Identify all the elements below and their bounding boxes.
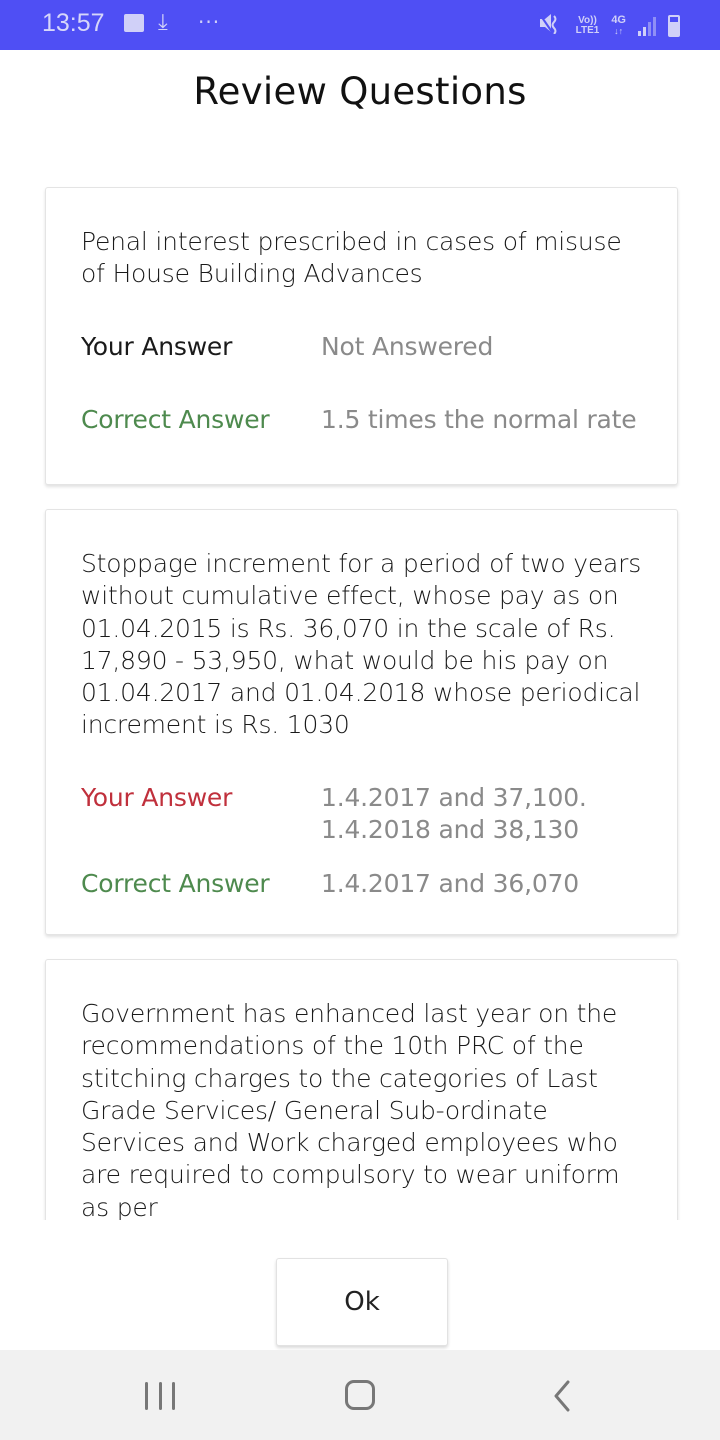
page-title: Review Questions: [193, 70, 527, 113]
question-card: Government has enhanced last year on the…: [45, 959, 678, 1220]
more-icon: ···: [198, 10, 221, 34]
correct-answer-label: Correct Answer: [81, 869, 270, 898]
volte-icon: Vo)) LTE1: [576, 16, 600, 36]
battery-charging-icon: [668, 15, 680, 37]
correct-answer-value: 1.5 times the normal rate: [321, 405, 637, 434]
your-answer-label: Your Answer: [81, 783, 233, 812]
your-answer-value: Not Answered: [321, 332, 494, 361]
download-icon: ⤓: [158, 10, 168, 35]
recents-icon-bar: [158, 1382, 162, 1410]
system-nav-bar: [0, 1350, 720, 1440]
questions-list[interactable]: Penal interest prescribed in cases of mi…: [0, 150, 720, 1220]
network-type-label: 4G: [611, 14, 626, 26]
status-icons: Vo)) LTE1 4G ↓↑: [537, 12, 680, 40]
your-answer-value: 1.4.2017 and 37,100. 1.4.2018 and 38,130: [321, 782, 641, 847]
status-time: 13:57: [42, 9, 105, 37]
gallery-icon: [124, 14, 144, 32]
recents-icon-bar: [145, 1382, 148, 1410]
home-button[interactable]: [345, 1380, 375, 1410]
4g-icon: 4G ↓↑: [611, 15, 626, 37]
signal-icon: [638, 16, 656, 36]
question-card: Stoppage increment for a period of two y…: [45, 509, 678, 935]
recents-icon-bar: [172, 1382, 175, 1410]
data-activity-arrows: ↓↑: [614, 26, 624, 36]
question-text: Stoppage increment for a period of two y…: [81, 549, 642, 740]
ok-button[interactable]: Ok: [276, 1258, 448, 1346]
status-bar: 13:57 ⤓ ··· Vo)) LTE1 4G ↓↑: [0, 0, 720, 50]
question-text: Penal interest prescribed in cases of mi…: [81, 227, 622, 289]
question-text: Government has enhanced last year on the…: [81, 999, 620, 1220]
mute-icon: [537, 12, 564, 40]
back-chevron-icon: [554, 1380, 570, 1412]
volte-bottom-label: LTE1: [575, 25, 600, 36]
recents-button[interactable]: [145, 1378, 175, 1414]
question-card: Penal interest prescribed in cases of mi…: [45, 187, 678, 485]
correct-answer-value: 1.4.2017 and 36,070: [321, 869, 579, 898]
your-answer-label: Your Answer: [81, 332, 233, 361]
back-button[interactable]: [548, 1378, 578, 1414]
your-answer-line: 1.4.2017 and 37,100.: [321, 783, 587, 812]
correct-answer-label: Correct Answer: [81, 405, 270, 434]
your-answer-line: 1.4.2018 and 38,130: [321, 815, 579, 845]
